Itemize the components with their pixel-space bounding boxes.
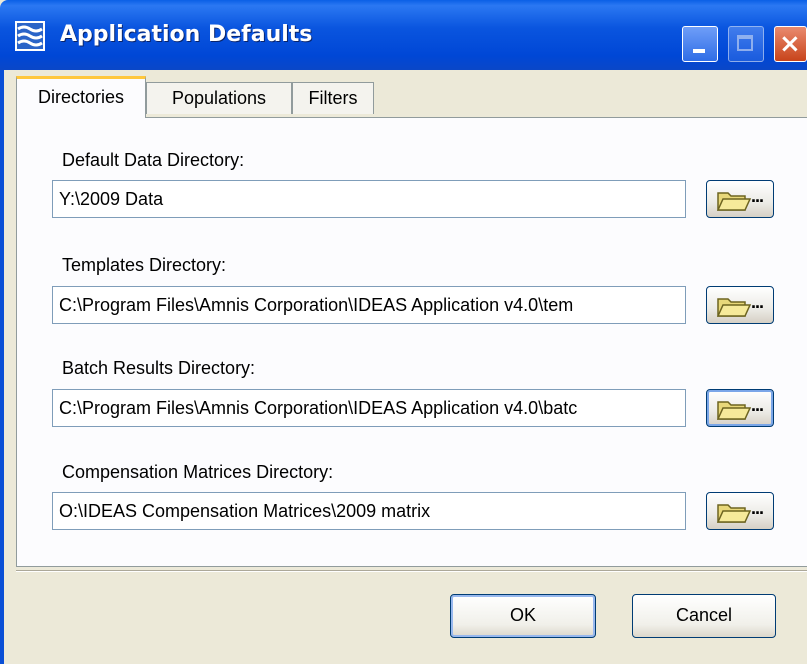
close-icon: × — [779, 29, 801, 59]
templates-directory-input[interactable]: C:\Program Files\Amnis Corporation\IDEAS… — [52, 286, 686, 324]
tab-filters[interactable]: Filters — [292, 82, 374, 114]
window-frame — [0, 70, 4, 664]
maximize-icon — [737, 35, 753, 51]
compensation-matrices-directory-label: Compensation Matrices Directory: — [62, 462, 334, 482]
cancel-button[interactable]: Cancel — [632, 594, 776, 638]
application-defaults-dialog: Application Defaults × Directories Popul… — [0, 0, 807, 664]
browse-dots: ... — [751, 498, 764, 518]
batch-results-directory-label: Batch Results Directory: — [62, 358, 256, 378]
title-bar[interactable]: Application Defaults × — [0, 0, 807, 70]
batch-results-directory-browse-button[interactable]: ... — [706, 389, 774, 427]
tab-populations[interactable]: Populations — [146, 82, 292, 114]
minimize-icon — [693, 49, 705, 53]
browse-dots: ... — [751, 292, 764, 312]
folder-icon — [717, 192, 751, 211]
compensation-matrices-directory-browse-button[interactable]: ... — [706, 492, 774, 530]
folder-icon — [717, 401, 751, 420]
maximize-button[interactable] — [728, 26, 764, 62]
templates-directory-label: Templates Directory: — [62, 255, 227, 275]
ok-button[interactable]: OK — [450, 594, 596, 638]
batch-results-directory-input[interactable]: C:\Program Files\Amnis Corporation\IDEAS… — [52, 389, 686, 427]
folder-icon — [717, 298, 751, 317]
close-button[interactable]: × — [774, 26, 807, 62]
folder-icon — [717, 504, 751, 523]
window-title: Application Defaults — [60, 22, 313, 47]
default-data-directory-label: Default Data Directory: — [62, 150, 245, 170]
default-data-directory-input[interactable]: Y:\2009 Data — [52, 180, 686, 218]
tab-directories[interactable]: Directories — [16, 76, 146, 118]
tab-strip: Directories Populations Filters — [16, 72, 796, 122]
browse-dots: ... — [751, 395, 764, 415]
footer-divider — [16, 570, 807, 572]
app-waves-icon — [15, 21, 45, 51]
templates-directory-browse-button[interactable]: ... — [706, 286, 774, 324]
minimize-button[interactable] — [682, 26, 718, 62]
default-data-directory-browse-button[interactable]: ... — [706, 180, 774, 218]
compensation-matrices-directory-input[interactable]: O:\IDEAS Compensation Matrices\2009 matr… — [52, 492, 686, 530]
browse-dots: ... — [751, 186, 764, 206]
